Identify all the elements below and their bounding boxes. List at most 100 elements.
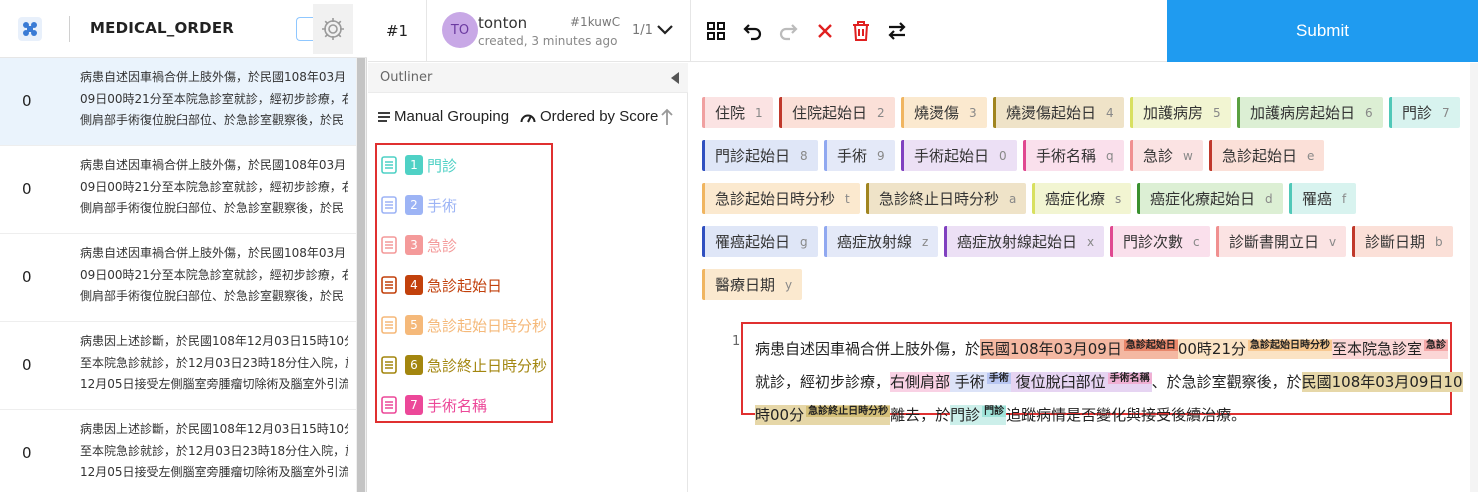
sort-ascending-icon[interactable]	[660, 108, 674, 126]
label-chip[interactable]: 加護病房起始日 6	[1237, 97, 1383, 128]
label-name: 急診	[1143, 147, 1174, 165]
label-hotkey: b	[1435, 234, 1443, 249]
settings-button[interactable]	[313, 4, 353, 54]
region-item[interactable]: 6 急診終止日時分秒	[381, 347, 549, 383]
region-item[interactable]: 7 手術名稱	[381, 387, 549, 423]
task-row[interactable]: 0 病患自述因車禍合併上肢外傷，於民國108年03月 09日00時21分至本院急…	[0, 234, 356, 322]
submit-button[interactable]: Submit	[1167, 0, 1478, 62]
span-label-tag: 急診起始日	[1123, 340, 1178, 351]
label-chip[interactable]: 癌症化療 s	[1032, 183, 1132, 214]
list-icon	[378, 111, 390, 122]
region-item[interactable]: 1 門診	[381, 147, 549, 183]
line-number: 1	[732, 334, 741, 349]
highlighted-span[interactable]: 00時21分 急診起始日時分秒	[1177, 339, 1333, 359]
label-chip[interactable]: 手術起始日 0	[901, 140, 1017, 171]
label-chip[interactable]: 急診 w	[1130, 140, 1203, 171]
document-icon	[381, 156, 397, 174]
chevron-down-icon[interactable]	[655, 20, 675, 40]
task-row[interactable]: 0 病患因上述診斷，於民國108年12月03日15時10分 至本院急診就診，於1…	[0, 322, 356, 410]
task-text-line: 病患因上述診斷，於民國108年12月03日15時10分	[80, 334, 348, 348]
task-row[interactable]: 0 病患自述因車禍合併上肢外傷，於民國108年03月 09日00時21分至本院急…	[0, 58, 356, 146]
span-label-tag: 手術	[986, 373, 1011, 384]
highlighted-span[interactable]: 右側肩部	[890, 372, 951, 392]
label-chip[interactable]: 加護病房 5	[1130, 97, 1231, 128]
label-chip[interactable]: 罹癌起始日 g	[702, 226, 818, 257]
delete-button[interactable]	[849, 19, 873, 43]
label-chip[interactable]: 手術 9	[824, 140, 895, 171]
task-text: 病患因上述診斷，於民國108年12月03日15時10分 至本院急診就診，於12月…	[80, 419, 348, 484]
label-chip[interactable]: 門診次數 c	[1110, 226, 1210, 257]
grid-button[interactable]	[704, 19, 728, 43]
highlighted-span[interactable]: 民國108年03月09日 急診起始日	[980, 339, 1178, 359]
app-grid-icon[interactable]	[18, 17, 42, 41]
grid-icon	[707, 22, 725, 40]
annotated-text-box[interactable]: 病患自述因車禍合併上肢外傷，於民國108年03月09日 急診起始日 00時21分 急診…	[741, 322, 1463, 425]
label-name: 癌症放射線	[837, 233, 913, 251]
document-text[interactable]: 病患自述因車禍合併上肢外傷，於民國108年03月09日 急診起始日 00時21分 急診…	[755, 331, 1463, 430]
manual-grouping-button[interactable]: Manual Grouping	[378, 108, 509, 125]
task-id: 0	[22, 268, 32, 286]
swap-button[interactable]	[885, 19, 909, 43]
task-list-panel: MEDICAL_ORDER 0 病患自述因車禍合併上肢外傷，於民國108年03月…	[0, 0, 367, 492]
label-chip[interactable]: 急診起始日時分秒 t	[702, 183, 860, 214]
task-list-scrollbar[interactable]	[356, 58, 366, 492]
label-chip[interactable]: 門診起始日 8	[702, 140, 818, 171]
redo-button[interactable]	[776, 19, 800, 43]
highlighted-span[interactable]: 復位脫臼部位 手術名稱	[1010, 372, 1152, 392]
label-hotkey: g	[800, 234, 808, 249]
label-chip[interactable]: 手術名稱 q	[1023, 140, 1124, 171]
undo-button[interactable]	[741, 19, 765, 43]
label-chip[interactable]: 急診終止日時分秒 a	[866, 183, 1027, 214]
label-chip[interactable]: 罹癌 f	[1289, 183, 1357, 214]
project-title: MEDICAL_ORDER	[90, 19, 235, 37]
task-text-line: 至本院急診就診，於12月03日23時18分住入院，於	[80, 355, 348, 370]
reset-button[interactable]	[813, 19, 837, 43]
ordered-by-score-button[interactable]: Ordered by Score	[520, 108, 658, 125]
label-name: 手術起始日	[914, 147, 990, 165]
view-toggle[interactable]	[296, 17, 314, 41]
label-name: 手術名稱	[1036, 147, 1097, 165]
label-chip[interactable]: 診斷書開立日 v	[1216, 226, 1347, 257]
task-id: 0	[22, 180, 32, 198]
label-chip[interactable]: 診斷日期 b	[1352, 226, 1453, 257]
annotation-topbar: #1 TO tonton created, 3 minutes ago #1ku…	[368, 0, 1478, 62]
outliner-controls: Manual Grouping Ordered by Score	[368, 93, 688, 143]
task-row[interactable]: 0 病患因上述診斷，於民國108年12月03日15時10分 至本院急診就診，於1…	[0, 410, 356, 492]
label-chip[interactable]: 燒燙傷起始日 4	[993, 97, 1124, 128]
label-chip[interactable]: 癌症化療起始日 d	[1137, 183, 1283, 214]
label-hotkey: 7	[1442, 105, 1450, 120]
region-item[interactable]: 3 急診	[381, 227, 549, 263]
task-text-line: 12月05日接受左側腦室旁腫瘤切除術及腦室外引流	[80, 377, 348, 391]
region-item[interactable]: 2 手術	[381, 187, 549, 223]
label-hotkey: d	[1265, 191, 1273, 206]
label-chip[interactable]: 醫療日期 y	[702, 269, 803, 300]
task-text-line: 09日00時21分至本院急診室就診，經初步診療，右	[80, 91, 348, 106]
collapse-left-icon[interactable]	[670, 72, 680, 84]
label-chip[interactable]: 癌症放射線起始日 x	[944, 226, 1105, 257]
label-chip[interactable]: 癌症放射線 z	[824, 226, 939, 257]
highlighted-span[interactable]: 民國108年03月09日10	[1301, 372, 1463, 392]
outliner-title: Outliner	[380, 70, 433, 85]
region-item[interactable]: 5 急診起始日時分秒	[381, 307, 549, 343]
task-text-line: 09日00時21分至本院急診室就診，經初步診療，右	[80, 179, 348, 194]
main-scrollbar[interactable]	[1470, 63, 1478, 492]
highlighted-span[interactable]: 手術 手術	[950, 372, 1011, 392]
task-row[interactable]: 0 病患自述因車禍合併上肢外傷，於民國108年03月 09日00時21分至本院急…	[0, 146, 356, 234]
scrollbar-thumb[interactable]	[357, 58, 365, 492]
task-text-line: 病患因上述診斷，於民國108年12月03日15時10分	[80, 422, 348, 436]
highlighted-span[interactable]: 時00分 急診終止日時分秒	[755, 405, 891, 425]
label-name: 加護病房	[1143, 104, 1204, 122]
plain-text: 追蹤病情是否變化與接受後續治療。	[1006, 406, 1247, 424]
label-hotkey: 9	[877, 148, 885, 163]
document-icon	[381, 196, 397, 214]
highlighted-span[interactable]: 至本院急診室 急診	[1332, 339, 1449, 359]
label-chip[interactable]: 住院起始日 2	[779, 97, 895, 128]
highlighted-span[interactable]: 門診 門診	[950, 405, 1007, 425]
region-item[interactable]: 4 急診起始日	[381, 267, 549, 303]
labeling-area: 住院 1 住院起始日 2 燒燙傷 3 燒燙傷起始日 4 加護病房 5 加護病房起始日 6 門診 7 門診起始…	[689, 63, 1478, 492]
label-chip[interactable]: 急診起始日 e	[1209, 140, 1325, 171]
label-chip[interactable]: 住院 1	[702, 97, 773, 128]
label-chip[interactable]: 門診 7	[1389, 97, 1460, 128]
label-chip[interactable]: 燒燙傷 3	[901, 97, 987, 128]
label-hotkey: y	[785, 277, 793, 292]
